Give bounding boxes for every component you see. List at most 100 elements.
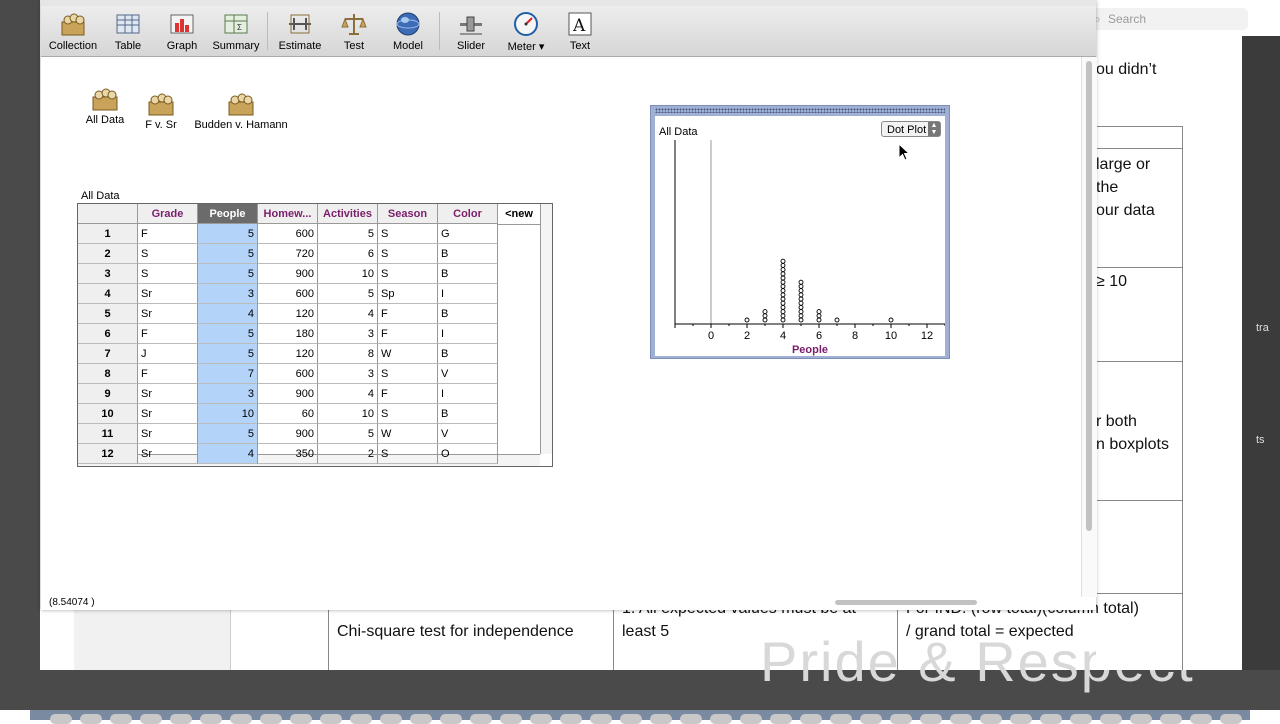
dock-app-icon[interactable] xyxy=(740,714,762,724)
dock-app-icon[interactable] xyxy=(410,714,432,724)
table-cell[interactable]: B xyxy=(438,404,498,424)
table-cell[interactable]: 900 xyxy=(258,264,318,284)
table-cell[interactable]: 900 xyxy=(258,384,318,404)
new-column-header[interactable]: <new xyxy=(498,204,540,225)
scroll-thumb[interactable] xyxy=(1086,61,1092,531)
table-vertical-scrollbar[interactable] xyxy=(540,204,552,454)
slider-toolbar-button[interactable]: Slider xyxy=(444,10,498,52)
dock-app-icon[interactable] xyxy=(290,714,312,724)
dock-app-icon[interactable] xyxy=(1010,714,1032,724)
table-cell[interactable]: V xyxy=(438,364,498,384)
table-cell[interactable]: V xyxy=(438,424,498,444)
dock-app-icon[interactable] xyxy=(140,714,162,724)
dock-app-icon[interactable] xyxy=(530,714,552,724)
dock-app-icon[interactable] xyxy=(260,714,282,724)
table-cell[interactable]: S xyxy=(378,224,438,244)
dock-app-icon[interactable] xyxy=(1190,714,1212,724)
dock-app-icon[interactable] xyxy=(650,714,672,724)
dock-app-icon[interactable] xyxy=(860,714,882,724)
table-cell[interactable]: Sr xyxy=(138,384,198,404)
dock-app-icon[interactable] xyxy=(320,714,342,724)
dock-app-icon[interactable] xyxy=(50,714,72,724)
table-cell[interactable]: 3 xyxy=(198,384,258,404)
table-cell[interactable]: 5 xyxy=(198,264,258,284)
table-cell[interactable]: F xyxy=(378,324,438,344)
dock-app-icon[interactable] xyxy=(230,714,252,724)
table-cell[interactable]: S xyxy=(378,444,438,464)
table-cell[interactable]: B xyxy=(438,304,498,324)
row-number[interactable]: 10 xyxy=(78,404,138,424)
dock-app-icon[interactable] xyxy=(1160,714,1182,724)
table-cell[interactable]: 180 xyxy=(258,324,318,344)
table-cell[interactable]: O xyxy=(438,444,498,464)
row-number[interactable]: 2 xyxy=(78,244,138,264)
table-cell[interactable]: 4 xyxy=(318,384,378,404)
table-cell[interactable]: G xyxy=(438,224,498,244)
table-cell[interactable]: B xyxy=(438,344,498,364)
dock-app-icon[interactable] xyxy=(890,714,912,724)
dock-app-icon[interactable] xyxy=(830,714,852,724)
table-cell[interactable]: B xyxy=(438,264,498,284)
table-cell[interactable]: Sr xyxy=(138,444,198,464)
table-cell[interactable]: S xyxy=(378,404,438,424)
table-cell[interactable]: S xyxy=(378,244,438,264)
table-cell[interactable]: 4 xyxy=(198,444,258,464)
dock-app-icon[interactable] xyxy=(1100,714,1122,724)
graph-type-select[interactable]: Dot Plot ▲ ▼ xyxy=(881,121,941,137)
table-cell[interactable]: F xyxy=(138,364,198,384)
table-cell[interactable]: Sr xyxy=(138,424,198,444)
table-cell[interactable]: S xyxy=(138,264,198,284)
table-cell[interactable]: 5 xyxy=(198,244,258,264)
dock-app-icon[interactable] xyxy=(170,714,192,724)
table-cell[interactable]: Sr xyxy=(138,284,198,304)
row-number[interactable]: 5 xyxy=(78,304,138,324)
table-cell[interactable]: 60 xyxy=(258,404,318,424)
dock-app-icon[interactable] xyxy=(110,714,132,724)
collection-all-data[interactable]: All Data xyxy=(85,87,125,126)
dock-app-icon[interactable] xyxy=(380,714,402,724)
graph-toolbar-button[interactable]: Graph xyxy=(155,10,209,52)
table-cell[interactable]: 5 xyxy=(318,224,378,244)
table-cell[interactable]: F xyxy=(378,304,438,324)
row-number[interactable]: 6 xyxy=(78,324,138,344)
table-cell[interactable]: 720 xyxy=(258,244,318,264)
table-cell[interactable]: B xyxy=(438,244,498,264)
table-cell[interactable]: 5 xyxy=(198,344,258,364)
table-cell[interactable]: F xyxy=(138,224,198,244)
graph-drag-handle[interactable] xyxy=(655,108,945,113)
dock-app-icon[interactable] xyxy=(920,714,942,724)
row-number[interactable]: 1 xyxy=(78,224,138,244)
table-cell[interactable]: J xyxy=(138,344,198,364)
table-cell[interactable]: 5 xyxy=(318,424,378,444)
dock-app-icon[interactable] xyxy=(1220,714,1242,724)
dock-app-icon[interactable] xyxy=(710,714,732,724)
table-toolbar-button[interactable]: Table xyxy=(101,10,155,52)
column-header-season[interactable]: Season xyxy=(378,204,438,224)
collection-toolbar-button[interactable]: Collection xyxy=(46,10,100,52)
table-cell[interactable]: I xyxy=(438,284,498,304)
row-number[interactable]: 8 xyxy=(78,364,138,384)
table-cell[interactable]: 4 xyxy=(198,304,258,324)
window-vertical-scrollbar[interactable] xyxy=(1081,57,1097,597)
column-header-color[interactable]: Color xyxy=(438,204,498,224)
table-cell[interactable]: 120 xyxy=(258,304,318,324)
dock-app-icon[interactable] xyxy=(680,714,702,724)
table-cell[interactable]: F xyxy=(138,324,198,344)
row-number[interactable]: 9 xyxy=(78,384,138,404)
table-cell[interactable]: 10 xyxy=(198,404,258,424)
table-cell[interactable]: Sp xyxy=(378,284,438,304)
table-cell[interactable]: 120 xyxy=(258,344,318,364)
row-number[interactable]: 3 xyxy=(78,264,138,284)
dock-app-icon[interactable] xyxy=(620,714,642,724)
dock-app-icon[interactable] xyxy=(590,714,612,724)
meter-toolbar-button[interactable]: Meter ▾ xyxy=(499,10,553,53)
document-canvas[interactable]: All Data F v. Sr Budden v. Hamann All Da… xyxy=(41,57,1081,597)
dock-app-icon[interactable] xyxy=(440,714,462,724)
table-cell[interactable]: I xyxy=(438,324,498,344)
dock-app-icon[interactable] xyxy=(470,714,492,724)
table-cell[interactable]: 3 xyxy=(318,324,378,344)
column-header-people[interactable]: People xyxy=(198,204,258,224)
table-cell[interactable]: 5 xyxy=(198,424,258,444)
table-cell[interactable]: 350 xyxy=(258,444,318,464)
table-cell[interactable]: S xyxy=(138,244,198,264)
